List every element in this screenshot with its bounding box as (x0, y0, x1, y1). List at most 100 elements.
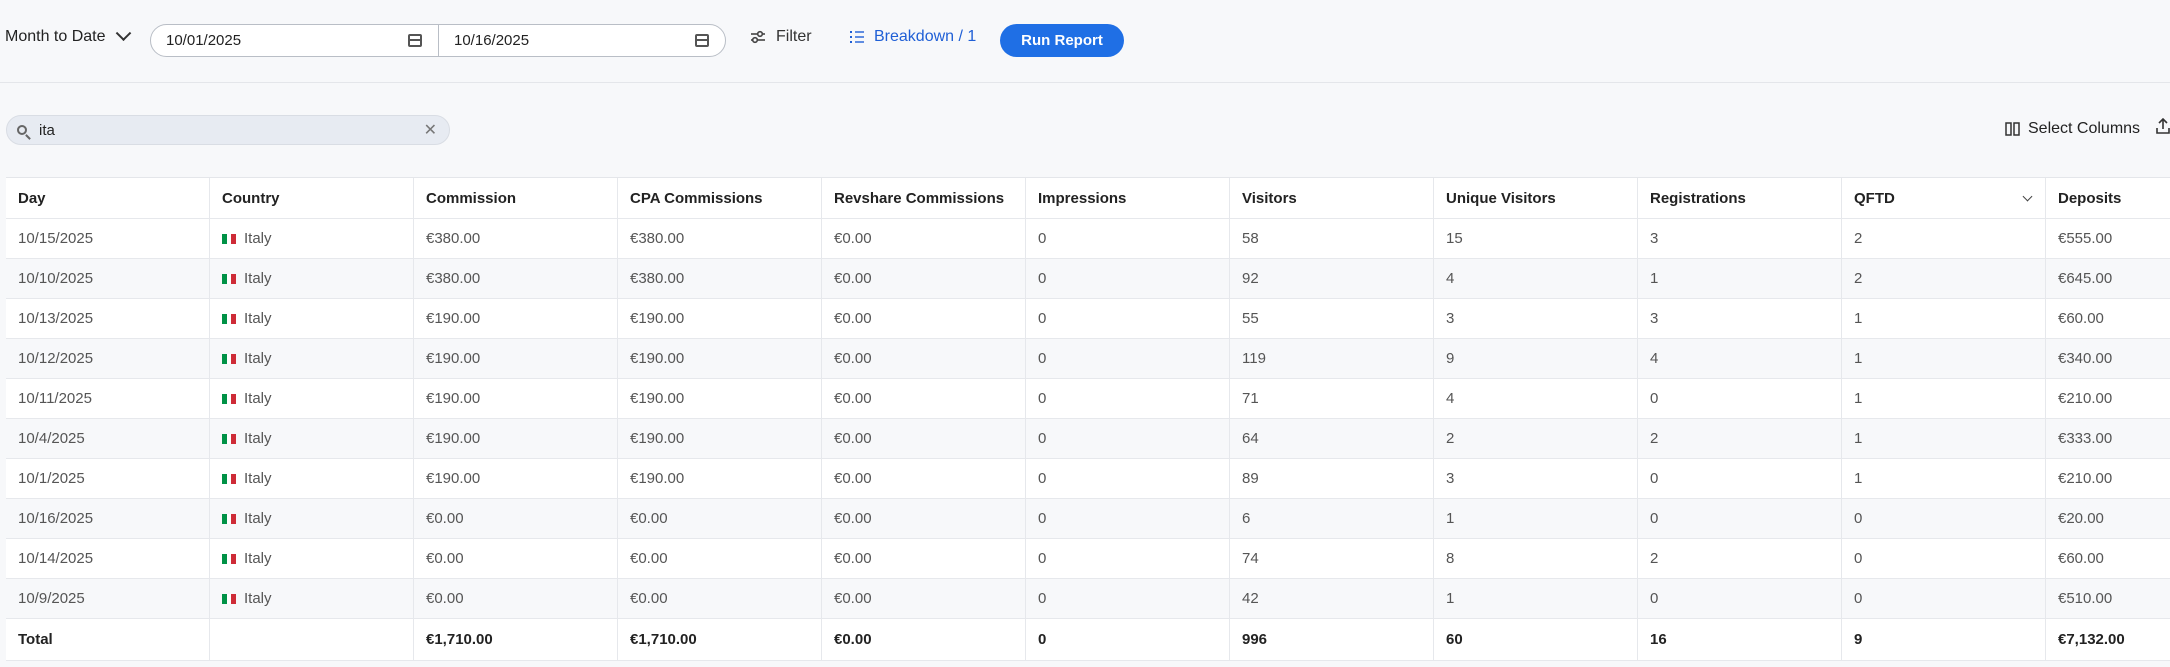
table-row[interactable]: 10/12/2025 Italy €190.00 €190.00 €0.00 0 119 9 4… (6, 339, 2170, 379)
cell-value: €1,710.00 (426, 631, 493, 648)
table-row[interactable]: 10/11/2025 Italy €190.00 €190.00 €0.00 0 71 4 0 1… (6, 379, 2170, 419)
filter-button[interactable]: Filter (750, 28, 812, 46)
search-input[interactable]: ita (39, 122, 424, 139)
cell-value: €190.00 (426, 470, 481, 487)
cell-value: 10/15/2025 (18, 230, 94, 247)
cell-visitors: 996 (1230, 619, 1434, 660)
cell-value: €0.00 (630, 550, 668, 567)
cell-value: 2 (1650, 550, 1659, 567)
table-row[interactable]: 10/16/2025 Italy €0.00 €0.00 €0.00 0 6 1 0 0 €20.0… (6, 499, 2170, 539)
italy-flag-icon (222, 273, 237, 284)
chevron-down-icon (115, 24, 131, 41)
cell-impressions: 0 (1026, 579, 1230, 618)
table-header-row: Day Country Commission CPA Commissions Revsh… (6, 178, 2170, 219)
cell-value: 0 (1038, 470, 1047, 487)
column-header-label: CPA Commissions (630, 189, 763, 207)
cell-value: €190.00 (426, 350, 481, 367)
date-to-field[interactable]: 10/16/2025 (438, 24, 726, 57)
cell-value: 0 (1650, 590, 1659, 607)
column-header-cpa-commissions[interactable]: CPA Commissions (618, 178, 822, 218)
cell-value: €60.00 (2058, 310, 2104, 327)
cell-unique-visitors: 2 (1434, 419, 1638, 458)
cell-value: 0 (1650, 470, 1659, 487)
cell-value: 1 (1854, 470, 1863, 487)
cell-commission: €190.00 (414, 459, 618, 498)
cell-commission: €0.00 (414, 499, 618, 538)
table-row[interactable]: 10/15/2025 Italy €380.00 €380.00 €0.00 0 58 15 3… (6, 219, 2170, 259)
cell-revshare-commissions: €0.00 (822, 379, 1026, 418)
table-row[interactable]: 10/10/2025 Italy €380.00 €380.00 €0.00 0 92 4 1 2… (6, 259, 2170, 299)
search-field[interactable]: ita ✕ (6, 115, 450, 145)
cell-registrations: 4 (1638, 339, 1842, 378)
column-header-country[interactable]: Country (210, 178, 414, 218)
cell-value: 10/1/2025 (18, 470, 85, 487)
select-columns-button[interactable]: Select Columns (2005, 120, 2140, 138)
cell-qftd: 1 (1842, 299, 2046, 338)
cell-value: 0 (1854, 590, 1863, 607)
cell-value: €0.00 (834, 350, 872, 367)
cell-value: €190.00 (426, 310, 481, 327)
column-header-commission[interactable]: Commission (414, 178, 618, 218)
sort-desc-icon[interactable] (2022, 191, 2033, 201)
column-header-impressions[interactable]: Impressions (1026, 178, 1230, 218)
table-row[interactable]: 10/14/2025 Italy €0.00 €0.00 €0.00 0 74 8 2 0 €60.… (6, 539, 2170, 579)
clear-search-icon[interactable]: ✕ (424, 120, 437, 140)
italy-flag-icon (222, 233, 237, 244)
calendar-icon[interactable] (408, 34, 422, 47)
run-report-button[interactable]: Run Report (1000, 24, 1124, 57)
cell-impressions: 0 (1026, 459, 1230, 498)
upload-icon (2156, 117, 2170, 134)
cell-commission: €190.00 (414, 419, 618, 458)
date-from-field[interactable]: 10/01/2025 (150, 24, 439, 57)
table-row[interactable]: 10/4/2025 Italy €190.00 €190.00 €0.00 0 64 2 2 1 €… (6, 419, 2170, 459)
search-icon (17, 125, 27, 135)
cell-value: 10/14/2025 (18, 550, 94, 567)
column-header-unique-visitors[interactable]: Unique Visitors (1434, 178, 1638, 218)
cell-commission: €0.00 (414, 539, 618, 578)
cell-commission: €380.00 (414, 219, 618, 258)
cell-country (210, 619, 414, 660)
cell-value: Total (18, 631, 53, 648)
italy-flag-icon (222, 513, 237, 524)
cell-impressions: 0 (1026, 499, 1230, 538)
cell-visitors: 71 (1230, 379, 1434, 418)
cell-value: €20.00 (2058, 510, 2104, 527)
column-header-qftd[interactable]: QFTD (1842, 178, 2046, 218)
cell-value: €333.00 (2058, 430, 2113, 447)
period-dropdown[interactable]: Month to Date (5, 24, 131, 46)
column-header-revshare-commissions[interactable]: Revshare Commissions (822, 178, 1026, 218)
cell-qftd: 1 (1842, 379, 2046, 418)
cell-cpa-commissions: €190.00 (618, 379, 822, 418)
column-header-visitors[interactable]: Visitors (1230, 178, 1434, 218)
cell-visitors: 42 (1230, 579, 1434, 618)
table-row[interactable]: 10/9/2025 Italy €0.00 €0.00 €0.00 0 42 1 0 0 €510.… (6, 579, 2170, 619)
breakdown-button[interactable]: Breakdown / 1 (850, 28, 976, 46)
cell-deposits: €60.00 (2046, 539, 2170, 578)
table-row[interactable]: 10/13/2025 Italy €190.00 €190.00 €0.00 0 55 3 3 1… (6, 299, 2170, 339)
cell-day: 10/11/2025 (6, 379, 210, 418)
cell-value: €190.00 (426, 430, 481, 447)
calendar-icon[interactable] (695, 34, 709, 47)
table-row[interactable]: 10/1/2025 Italy €190.00 €190.00 €0.00 0 89 3 0 1 €… (6, 459, 2170, 499)
cell-value: €190.00 (630, 430, 685, 447)
column-header-label: Revshare Commissions (834, 189, 1005, 207)
cell-value: €0.00 (834, 310, 872, 327)
cell-registrations: 16 (1638, 619, 1842, 660)
cell-deposits: €333.00 (2046, 419, 2170, 458)
cell-value: €0.00 (426, 510, 464, 527)
cell-commission: €380.00 (414, 259, 618, 298)
cell-value: 0 (1038, 590, 1047, 607)
cell-value: 10/11/2025 (18, 390, 92, 407)
cell-cpa-commissions: €380.00 (618, 259, 822, 298)
column-header-registrations[interactable]: Registrations (1638, 178, 1842, 218)
cell-value: 8 (1446, 550, 1455, 567)
report-table: Day Country Commission CPA Commissions Revsh… (6, 177, 2170, 661)
column-header-day[interactable]: Day (6, 178, 210, 218)
cell-value: Italy (244, 510, 272, 527)
column-header-label: QFTD (1854, 189, 1895, 207)
cell-registrations: 3 (1638, 219, 1842, 258)
cell-value: 0 (1038, 230, 1047, 247)
export-button[interactable] (2156, 117, 2170, 139)
column-header-deposits[interactable]: Deposits (2046, 178, 2170, 218)
cell-value: 10/16/2025 (18, 510, 94, 527)
